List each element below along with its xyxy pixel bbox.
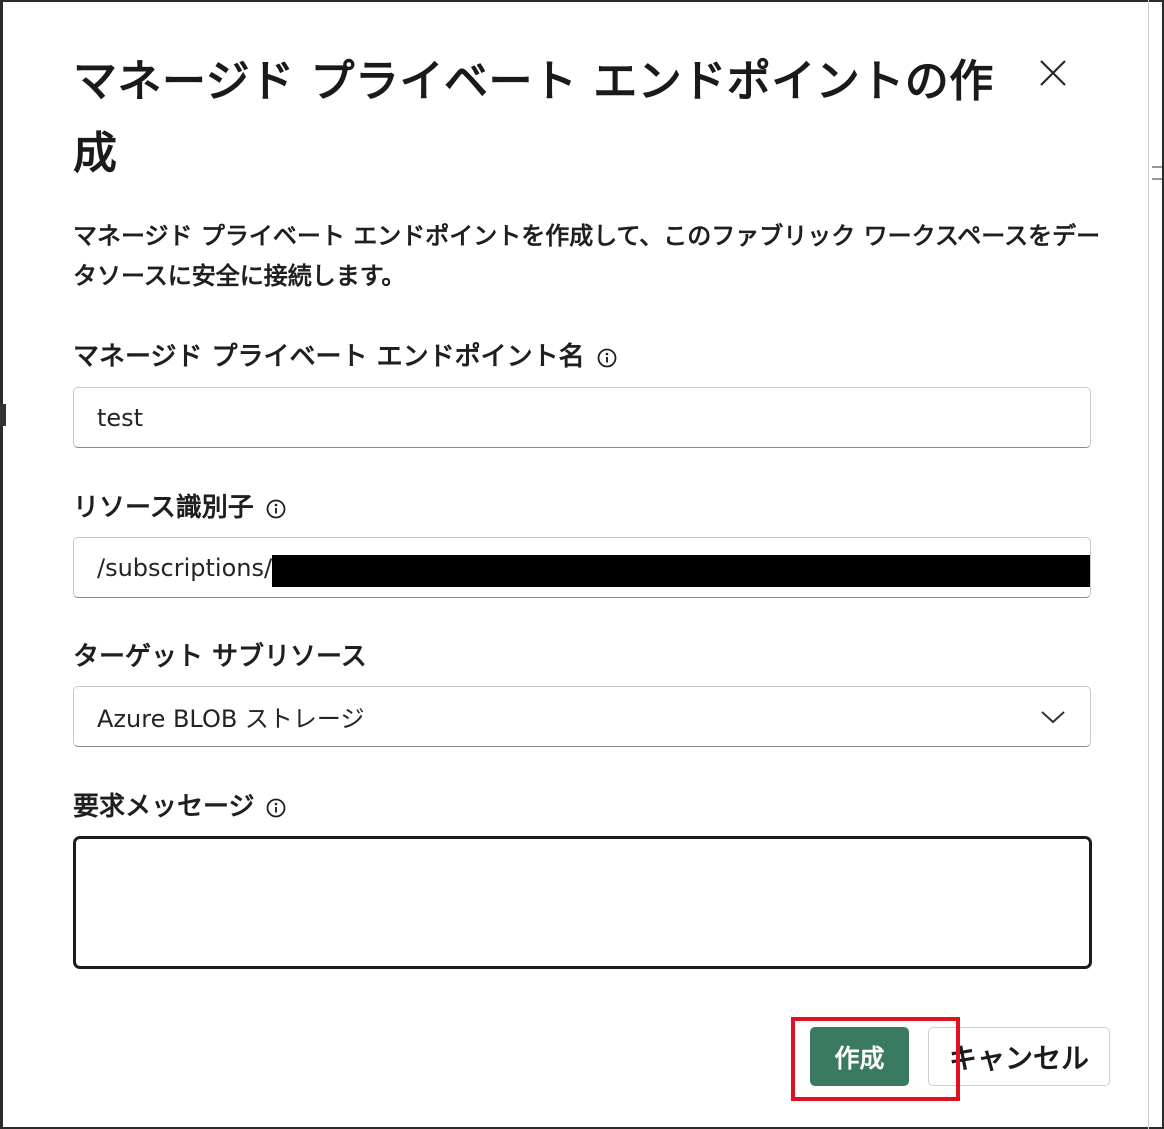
- endpoint-name-input[interactable]: test: [73, 387, 1091, 448]
- info-icon[interactable]: [266, 499, 286, 519]
- target-subresource-label-text: ターゲット サブリソース: [73, 642, 367, 672]
- endpoint-name-label-text: マネージド プライベート エンドポイント名: [73, 342, 585, 372]
- target-subresource-label: ターゲット サブリソース: [73, 636, 367, 673]
- dialog-description: マネージド プライベート エンドポイントを作成して、このファブリック ワークスペ…: [73, 222, 1101, 290]
- request-message-label-text: 要求メッセージ: [73, 792, 255, 822]
- target-subresource-select[interactable]: Azure BLOB ストレージ: [73, 686, 1091, 747]
- endpoint-name-label: マネージド プライベート エンドポイント名: [73, 336, 617, 373]
- redacted-area: [272, 555, 1090, 587]
- resource-id-value: /subscriptions/: [97, 553, 273, 582]
- resource-id-label-text: リソース識別子: [73, 493, 254, 523]
- highlight-box: [791, 1017, 960, 1101]
- info-icon[interactable]: [597, 348, 617, 368]
- target-subresource-value: Azure BLOB ストレージ: [97, 705, 365, 733]
- endpoint-name-value: test: [97, 403, 144, 432]
- close-icon[interactable]: [1038, 58, 1068, 92]
- dialog-title: マネージド プライベート エンドポイントの作成: [73, 56, 994, 179]
- resource-id-input[interactable]: /subscriptions/: [73, 537, 1091, 598]
- close-button[interactable]: [1034, 56, 1072, 94]
- chevron-down-icon[interactable]: [1040, 709, 1066, 725]
- background-fragment-left: [0, 404, 6, 426]
- background-fragment: [1152, 166, 1162, 180]
- request-message-label: 要求メッセージ: [73, 786, 286, 823]
- info-icon[interactable]: [266, 798, 286, 818]
- resource-id-label: リソース識別子: [73, 487, 286, 524]
- request-message-textarea[interactable]: [73, 836, 1092, 969]
- background-edge: [1148, 0, 1149, 1129]
